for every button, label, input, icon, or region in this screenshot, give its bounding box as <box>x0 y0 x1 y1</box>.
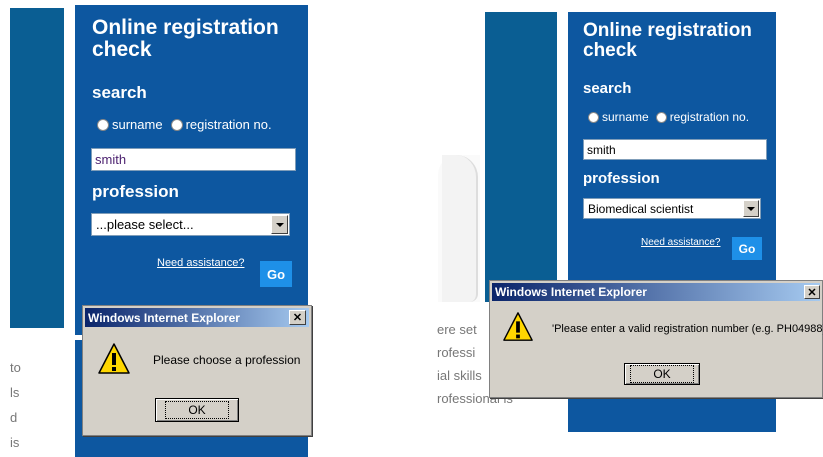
radio-registration-no-label: registration no. <box>185 117 272 132</box>
close-icon[interactable]: ✕ <box>289 310 306 325</box>
person-shirt <box>442 155 478 302</box>
dialog-title: Windows Internet Explorer <box>88 310 240 325</box>
left-registration-check-panel: Online registration check search surname… <box>75 5 308 335</box>
go-button[interactable]: Go <box>732 237 762 260</box>
radio-registration-no[interactable] <box>655 111 667 123</box>
dialog-titlebar: Windows Internet Explorer <box>85 308 309 327</box>
warning-icon <box>503 312 533 341</box>
chevron-down-icon[interactable] <box>271 215 288 234</box>
screenshot-composite: to ls d is Online registration check sea… <box>0 0 823 457</box>
radio-surname-label: surname <box>112 117 163 132</box>
warning-icon <box>98 343 130 374</box>
background-text-line: ls <box>10 385 20 400</box>
search-heading: search <box>92 83 147 102</box>
radio-surname[interactable] <box>588 111 599 123</box>
profession-heading: profession <box>92 182 179 201</box>
profession-heading: profession <box>583 170 660 187</box>
ok-button[interactable]: OK <box>624 363 700 385</box>
radio-surname[interactable] <box>97 118 109 131</box>
search-input[interactable]: smith <box>91 148 296 171</box>
alert-dialog: Windows Internet Explorer ✕ 'Please ente… <box>489 280 823 398</box>
right-side-banner <box>485 12 557 302</box>
dialog-message: 'Please enter a valid registration numbe… <box>552 323 823 335</box>
ok-button-label: OK <box>630 365 694 383</box>
panel-title: Online registration check <box>583 21 752 61</box>
radio-registration-no[interactable] <box>170 118 183 131</box>
left-side-banner <box>10 8 64 328</box>
panel-title-line1: Online registration <box>583 20 752 41</box>
radio-registration-no-label: registration no. <box>669 110 750 124</box>
search-type-radios: surname registration no. <box>588 110 749 124</box>
search-heading: search <box>583 80 632 97</box>
panel-title: Online registration check <box>92 16 279 62</box>
panel-title-line2: check <box>583 39 637 61</box>
profession-select[interactable]: Biomedical scientist <box>583 198 761 219</box>
background-text-line: d <box>10 410 18 425</box>
need-assistance-link[interactable]: Need assistance? <box>157 257 244 269</box>
go-button[interactable]: Go <box>260 261 292 287</box>
alert-dialog: Windows Internet Explorer ✕ Please choos… <box>82 305 312 436</box>
radio-surname-label: surname <box>602 110 649 124</box>
background-text-line: is <box>10 435 20 450</box>
chevron-down-icon[interactable] <box>743 200 759 217</box>
left-background-text: to ls d is <box>10 355 70 455</box>
search-input[interactable]: smith <box>583 139 767 160</box>
person-photo <box>438 155 480 302</box>
close-icon[interactable]: ✕ <box>804 285 820 299</box>
profession-select[interactable]: ...please select... <box>91 213 290 236</box>
ok-button-label: OK <box>165 401 229 419</box>
ok-button[interactable]: OK <box>155 398 239 422</box>
search-type-radios: surname registration no. <box>97 117 272 132</box>
profession-select-value: Biomedical scientist <box>588 201 694 216</box>
dialog-titlebar: Windows Internet Explorer <box>492 283 820 301</box>
panel-title-line1: Online registration <box>92 16 279 39</box>
need-assistance-link[interactable]: Need assistance? <box>641 237 721 248</box>
panel-title-line2: check <box>92 38 152 62</box>
profession-select-value: ...please select... <box>96 217 194 232</box>
dialog-title: Windows Internet Explorer <box>495 285 647 299</box>
background-text-line: to <box>10 360 21 375</box>
dialog-message: Please choose a profession <box>153 353 301 367</box>
